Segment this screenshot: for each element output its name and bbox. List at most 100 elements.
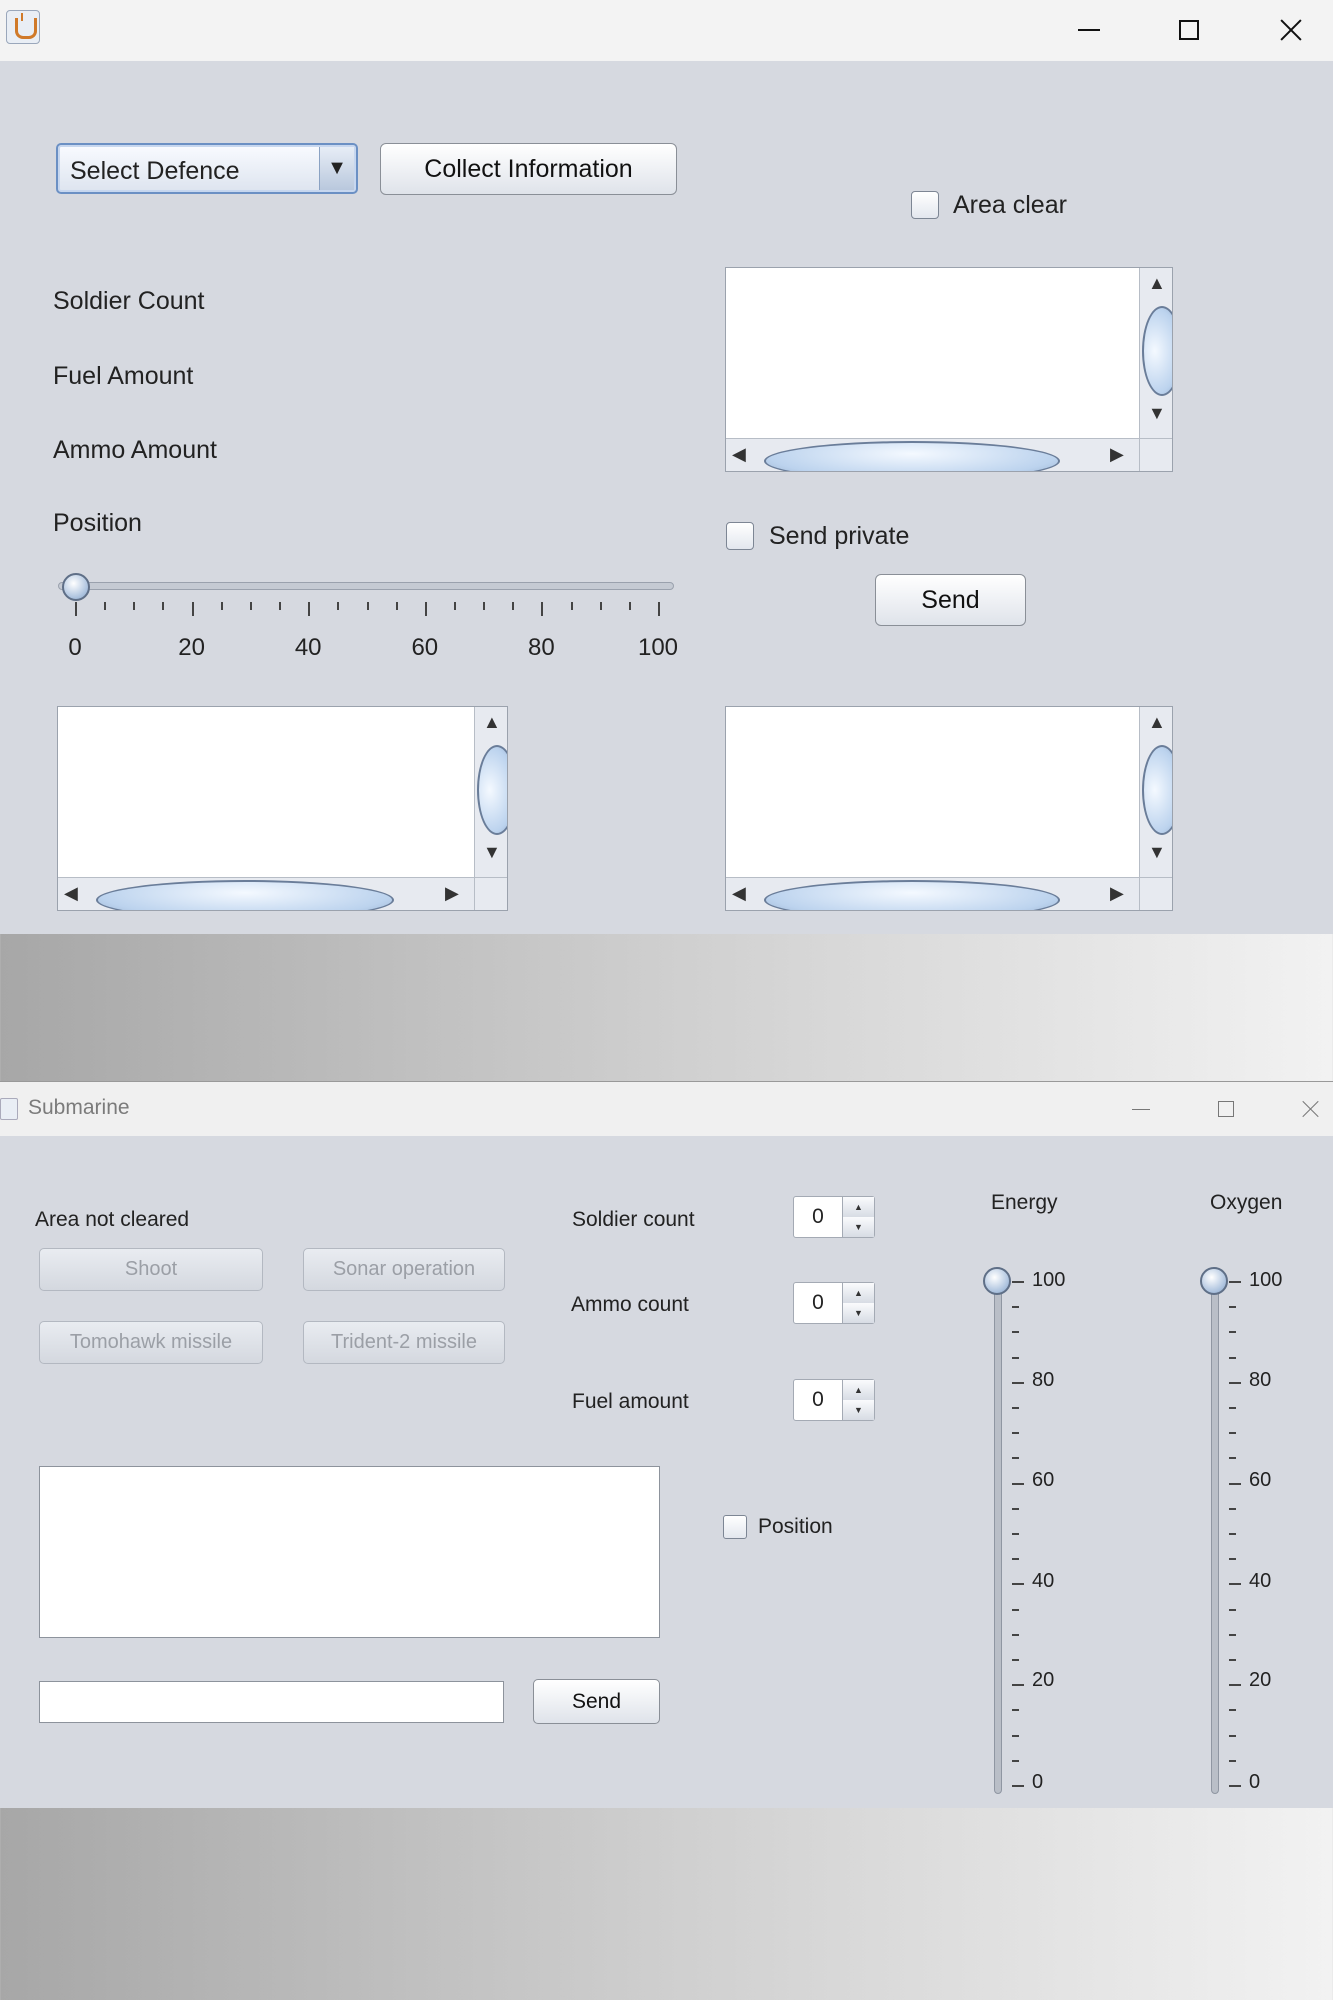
spinner-down-icon[interactable]: ▼ xyxy=(843,1217,874,1237)
java-app-icon xyxy=(0,1098,18,1120)
collect-information-button[interactable]: Collect Information xyxy=(380,143,677,195)
position-slider-ticks: 0 20 40 60 80 100 xyxy=(68,602,678,661)
maximize-button[interactable] xyxy=(1191,1084,1261,1134)
energy-tick-label: 0 xyxy=(1032,1771,1044,1793)
oxygen-slider-knob[interactable] xyxy=(1200,1267,1228,1295)
slider-tick xyxy=(1229,1608,1236,1611)
slider-tick xyxy=(1229,1457,1236,1460)
ammo-count-value[interactable]: 0 xyxy=(794,1291,842,1315)
energy-slider-knob[interactable] xyxy=(983,1267,1011,1295)
vertical-scroll-thumb[interactable] xyxy=(477,745,507,835)
position-slider-track[interactable] xyxy=(58,582,674,590)
scroll-corner xyxy=(1139,877,1172,910)
fuel-amount-label: Fuel amount xyxy=(572,1390,689,1413)
slider-tick xyxy=(1229,1533,1236,1535)
horizontal-scrollbar[interactable]: ◀ ▶ xyxy=(726,438,1140,471)
send-button[interactable]: Send xyxy=(533,1679,660,1724)
spinner-up-icon[interactable]: ▲ xyxy=(843,1283,874,1304)
spinner-up-icon[interactable]: ▲ xyxy=(843,1380,874,1401)
send-private-checkbox[interactable] xyxy=(726,522,754,550)
scroll-up-icon[interactable]: ▲ xyxy=(1148,713,1166,731)
spinner-down-icon[interactable]: ▼ xyxy=(843,1400,874,1420)
send-button[interactable]: Send xyxy=(875,574,1026,626)
minimize-icon xyxy=(1132,1108,1150,1110)
trident-missile-button[interactable]: Trident-2 missile xyxy=(303,1321,505,1364)
slider-tick xyxy=(1012,1759,1019,1762)
spinner-up-icon[interactable]: ▲ xyxy=(843,1197,874,1218)
scroll-down-icon[interactable]: ▼ xyxy=(1148,843,1166,861)
slider-tick xyxy=(1229,1684,1241,1687)
energy-tick-label: 20 xyxy=(1032,1669,1055,1691)
soldier-list-scroll[interactable]: ▲ ▼ ◀ ▶ xyxy=(57,706,508,911)
fuel-amount-value[interactable]: 0 xyxy=(794,1388,842,1412)
horizontal-scroll-thumb[interactable] xyxy=(764,880,1060,910)
scroll-right-icon[interactable]: ▶ xyxy=(1110,445,1124,463)
message-input[interactable] xyxy=(39,1681,504,1723)
vertical-scroll-thumb[interactable] xyxy=(1142,745,1172,835)
close-button[interactable] xyxy=(1251,2,1331,58)
horizontal-scroll-thumb[interactable] xyxy=(96,880,394,910)
shoot-button[interactable]: Shoot xyxy=(39,1248,263,1291)
oxygen-slider-track[interactable] xyxy=(1211,1267,1219,1794)
slider-tick xyxy=(1012,1709,1019,1712)
maximize-button[interactable] xyxy=(1149,2,1229,58)
ammo-count-spinner[interactable]: 0 ▲ ▼ xyxy=(793,1282,875,1324)
position-checkbox[interactable] xyxy=(723,1515,747,1539)
fuel-amount-spinner[interactable]: 0 ▲ ▼ xyxy=(793,1379,875,1421)
position-slider-knob[interactable] xyxy=(62,573,90,601)
slider-tick xyxy=(104,602,107,610)
soldier-count-value[interactable]: 0 xyxy=(794,1205,842,1229)
slider-tick-label: 60 xyxy=(411,634,439,661)
energy-label: Energy xyxy=(991,1191,1058,1214)
slider-tick xyxy=(1012,1381,1024,1384)
slider-tick xyxy=(1012,1331,1019,1334)
scroll-left-icon[interactable]: ◀ xyxy=(64,884,78,902)
info-text-area-scroll[interactable]: ▲ ▼ ◀ ▶ xyxy=(725,267,1173,472)
slider-tick-label: 80 xyxy=(528,634,555,661)
scroll-down-icon[interactable]: ▼ xyxy=(1148,404,1166,422)
slider-tick xyxy=(512,602,515,610)
vertical-scroll-thumb[interactable] xyxy=(1142,306,1172,396)
select-defence-dropdown[interactable]: Select Defence ▼ xyxy=(56,143,358,194)
vertical-scrollbar[interactable]: ▲ ▼ xyxy=(474,707,507,878)
energy-tick-label: 80 xyxy=(1032,1369,1055,1391)
sonar-operation-button[interactable]: Sonar operation xyxy=(303,1248,505,1291)
tomahawk-missile-button[interactable]: Tomohawk missile xyxy=(39,1321,263,1364)
scroll-right-icon[interactable]: ▶ xyxy=(445,884,459,902)
message-log-scroll[interactable]: ▲ ▼ ◀ ▶ xyxy=(725,706,1173,911)
dropdown-arrow-icon[interactable]: ▼ xyxy=(319,147,354,190)
vertical-scrollbar[interactable]: ▲ ▼ xyxy=(1139,268,1172,439)
horizontal-scrollbar[interactable]: ◀ ▶ xyxy=(58,877,475,910)
scroll-left-icon[interactable]: ◀ xyxy=(732,884,746,902)
scroll-down-icon[interactable]: ▼ xyxy=(483,843,501,861)
spinner-down-icon[interactable]: ▼ xyxy=(843,1303,874,1323)
area-clear-checkbox[interactable] xyxy=(911,191,939,219)
energy-slider-ticks: 100 80 60 40 20 0 xyxy=(1012,1269,1082,1793)
area-status-label: Area not cleared xyxy=(35,1208,190,1231)
soldier-count-spinner[interactable]: 0 ▲ ▼ xyxy=(793,1196,875,1238)
slider-tick xyxy=(249,602,252,610)
slider-tick xyxy=(1229,1759,1236,1762)
slider-tick-label: 20 xyxy=(178,634,205,661)
horizontal-scrollbar[interactable]: ◀ ▶ xyxy=(726,877,1140,910)
scroll-left-icon[interactable]: ◀ xyxy=(732,445,746,463)
java-app-icon xyxy=(6,10,40,44)
minimize-button[interactable] xyxy=(1049,2,1129,58)
energy-slider-track[interactable] xyxy=(994,1267,1002,1794)
vertical-scrollbar[interactable]: ▲ ▼ xyxy=(1139,707,1172,878)
horizontal-scroll-thumb[interactable] xyxy=(764,441,1060,471)
window-titlebar xyxy=(0,0,1333,61)
scroll-up-icon[interactable]: ▲ xyxy=(1148,274,1166,292)
scroll-corner xyxy=(474,877,507,910)
position-label: Position xyxy=(53,509,142,537)
minimize-icon xyxy=(1078,29,1100,31)
soldier-count-label: Soldier Count xyxy=(53,287,205,315)
slider-tick xyxy=(1012,1583,1024,1586)
minimize-button[interactable] xyxy=(1106,1084,1176,1134)
scroll-right-icon[interactable]: ▶ xyxy=(1110,884,1124,902)
slider-tick xyxy=(1012,1407,1019,1409)
scroll-up-icon[interactable]: ▲ xyxy=(483,713,501,731)
slider-tick xyxy=(1012,1507,1019,1510)
message-text-area[interactable] xyxy=(39,1466,660,1638)
close-button[interactable] xyxy=(1276,1084,1333,1134)
